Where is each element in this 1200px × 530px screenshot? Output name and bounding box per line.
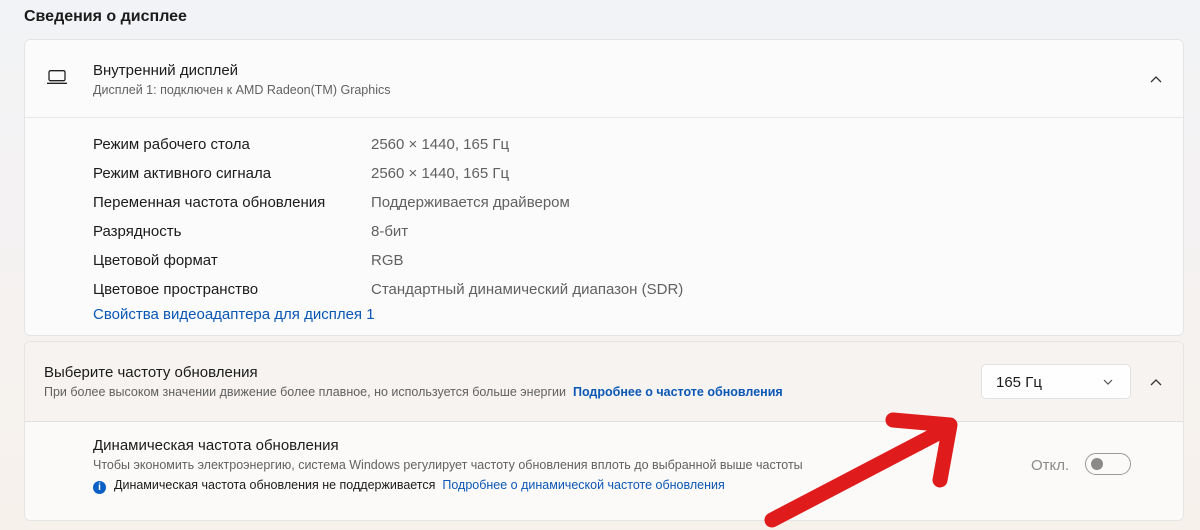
dynamic-title: Динамическая частота обновления bbox=[93, 437, 339, 454]
display-header[interactable]: Внутренний дисплей Дисплей 1: подключен … bbox=[25, 40, 1183, 118]
dynamic-note: Динамическая частота обновления не подде… bbox=[114, 478, 436, 492]
property-label: Режим рабочего стола bbox=[93, 136, 250, 153]
property-value: Стандартный динамический диапазон (SDR) bbox=[371, 281, 684, 298]
property-value: 8-бит bbox=[371, 223, 409, 240]
property-row: Переменная частота обновления Поддерживае… bbox=[93, 188, 683, 217]
display-properties: Режим рабочего стола 2560 × 1440, 165 Гц Р… bbox=[93, 130, 683, 304]
property-value: RGB bbox=[371, 252, 404, 269]
section-title: Сведения о дисплее bbox=[24, 8, 187, 25]
adapter-properties-link[interactable]: Свойства видеоадаптера для дисплея 1 bbox=[93, 306, 375, 323]
refresh-rate-dropdown[interactable]: 165 Гц bbox=[981, 364, 1131, 399]
chevron-down-icon bbox=[1103, 379, 1113, 385]
chevron-up-icon[interactable] bbox=[1149, 375, 1163, 389]
property-label: Цветовой формат bbox=[93, 252, 218, 269]
chevron-up-icon[interactable] bbox=[1149, 72, 1163, 86]
property-row: Цветовой формат RGB bbox=[93, 246, 683, 275]
property-label: Переменная частота обновления bbox=[93, 194, 326, 211]
dynamic-refresh-toggle[interactable] bbox=[1085, 453, 1131, 475]
refresh-card: Выберите частоту обновления При более вы… bbox=[24, 341, 1184, 521]
toggle-state-label: Откл. bbox=[1031, 457, 1070, 474]
property-row: Режим рабочего стола 2560 × 1440, 165 Гц bbox=[93, 130, 683, 159]
property-value: 2560 × 1440, 165 Гц bbox=[371, 136, 510, 153]
refresh-learn-more-link[interactable]: Подробнее о частоте обновления bbox=[573, 385, 783, 399]
property-row: Цветовое пространство Стандартный динамич… bbox=[93, 275, 683, 304]
refresh-title: Выберите частоту обновления bbox=[44, 364, 258, 381]
display-name: Внутренний дисплей bbox=[93, 62, 239, 79]
toggle-knob bbox=[1091, 458, 1103, 470]
property-label: Режим активного сигнала bbox=[93, 165, 272, 182]
property-label: Разрядность bbox=[93, 223, 182, 240]
refresh-rate-value: 165 Гц bbox=[996, 374, 1042, 391]
info-icon: i bbox=[93, 481, 106, 494]
property-value: 2560 × 1440, 165 Гц bbox=[371, 165, 510, 182]
display-subtitle: Дисплей 1: подключен к AMD Radeon(TM) Gr… bbox=[93, 83, 391, 97]
refresh-desc: При более высоком значении движение боле… bbox=[44, 385, 566, 399]
property-value: Поддерживается драйвером bbox=[371, 194, 570, 211]
dynamic-desc: Чтобы экономить электроэнергию, система … bbox=[93, 458, 803, 472]
property-row: Разрядность 8-бит bbox=[93, 217, 683, 246]
refresh-header: Выберите частоту обновления При более вы… bbox=[25, 342, 1183, 422]
laptop-icon bbox=[47, 70, 67, 84]
property-label: Цветовое пространство bbox=[93, 281, 259, 298]
dynamic-learn-more-link[interactable]: Подробнее о динамической частоте обновле… bbox=[442, 478, 724, 492]
property-row: Режим активного сигнала 2560 × 1440, 165 … bbox=[93, 159, 683, 188]
display-card: Внутренний дисплей Дисплей 1: подключен … bbox=[24, 39, 1184, 336]
